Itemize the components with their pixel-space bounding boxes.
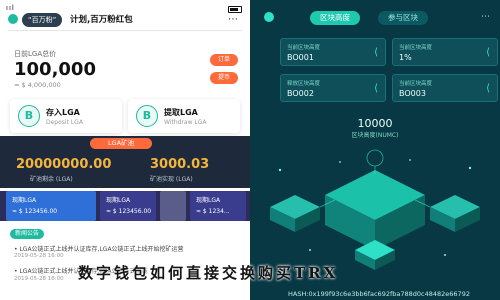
block-card-key: 释放区块高度 — [287, 81, 321, 87]
asset-strip: 现期LGA ≈ $ 123456.00 现期LGA ≈ $ 123456.00 … — [0, 191, 250, 221]
block-card-value: BO003 — [399, 89, 426, 98]
block-height-value: 10000 — [357, 117, 393, 130]
news-tag[interactable]: 新闻公告 — [10, 229, 45, 239]
block-card[interactable]: 当前区块高度 BO001 ⟨ — [280, 38, 386, 66]
right-phone-screen: 区块高度 参与区块 ⋯ 当前区块高度 BO001 ⟨ 当前区块高度 1% ⟨ 释… — [250, 0, 500, 300]
usd-equivalent: ≈ $ 4,000,000 — [14, 81, 61, 89]
central-block — [325, 170, 425, 250]
news-date: 2019-05-28 16:00 — [14, 253, 64, 259]
card-title: 提取LGA — [164, 108, 198, 117]
asset-tile[interactable]: 现期LGA ≈ $ 123456.00 — [100, 191, 156, 221]
isometric-blockchain-illustration — [270, 149, 480, 270]
block-card-value: 1% — [399, 53, 412, 62]
card-title: 存入LGA — [46, 108, 80, 117]
left-phone-screen: ııl “百万粉” 计划,百万粉红包 ⋯ 日前LGA总价 100,000 ≈ $… — [0, 0, 250, 300]
share-icon[interactable]: ⟨ — [374, 83, 378, 94]
signal-icon: ııl — [6, 4, 15, 12]
deposit-lga-card[interactable]: B 存入LGA Deposit LGA — [10, 99, 122, 133]
orders-button[interactable]: 订单 — [209, 54, 238, 66]
balance-label: 日前LGA总价 — [14, 50, 57, 58]
asset-tile[interactable]: 现期LGA ≈ $ 1234... — [190, 191, 246, 221]
pool-realized-value: 3000.03 — [150, 157, 210, 172]
news-date: 2019-05-28 16:00 — [14, 276, 64, 282]
block-card[interactable]: 当前区块高度 1% ⟨ — [392, 38, 498, 66]
tab-join-block[interactable]: 参与区块 — [378, 11, 428, 25]
more-menu-icon[interactable]: ⋯ — [481, 12, 490, 22]
side-block-left — [270, 195, 320, 232]
withdraw-lga-card[interactable]: B 提取LGA Withdraw LGA — [128, 99, 240, 133]
block-card-key: 当前区块高度 — [287, 45, 321, 51]
asset-tile-amount: ≈ $ 123456.00 — [106, 208, 152, 215]
asset-tile-thumb[interactable] — [160, 191, 186, 221]
card-subtitle: Deposit LGA — [46, 119, 83, 126]
share-icon[interactable]: ⟨ — [486, 47, 490, 58]
back-icon[interactable] — [8, 14, 18, 24]
mining-pool-panel: LGA矿池 20000000.00 矿池剩余 (LGA) 3000.03 矿池实… — [0, 136, 250, 188]
card-subtitle: Withdraw LGA — [164, 119, 207, 126]
more-menu-icon[interactable]: ⋯ — [228, 14, 238, 25]
share-icon[interactable]: ⟨ — [374, 47, 378, 58]
asset-tile-label: 现期LGA — [12, 197, 37, 204]
bitcoin-icon: B — [136, 105, 158, 127]
app-logo-icon — [264, 12, 274, 22]
block-card[interactable]: 当前区块高度 BO003 ⟨ — [392, 74, 498, 102]
campaign-pill[interactable]: “百万粉” — [22, 13, 63, 27]
block-card-value: BO002 — [287, 89, 314, 98]
top-nav: “百万粉” 计划,百万粉红包 ⋯ — [8, 12, 244, 28]
page-title: 计划,百万粉红包 — [70, 15, 133, 25]
block-card-value: BO001 — [287, 53, 314, 62]
share-icon[interactable]: ⟨ — [486, 83, 490, 94]
balance-value: 100,000 — [14, 59, 96, 80]
overlay-title: 数字钱包如何直接交换购买TRX — [78, 264, 339, 282]
side-block-right — [430, 195, 480, 232]
pool-remaining-label: 矿池剩余 (LGA) — [30, 176, 73, 183]
bitcoin-icon: B — [18, 105, 40, 127]
block-card-key: 当前区块高度 — [399, 81, 433, 87]
asset-tile-amount: ≈ $ 123456.00 — [12, 208, 58, 215]
news-item[interactable]: • LGA公链正式上线并认证库存,LGA公链正式上线开始挖矿运营 — [14, 244, 244, 253]
asset-tile-label: 现期LGA — [196, 197, 221, 204]
pool-remaining-value: 20000000.00 — [16, 157, 112, 172]
block-height-label: 区块高度(NUMC) — [351, 132, 399, 139]
tab-block-height[interactable]: 区块高度 — [310, 11, 360, 25]
divider — [8, 30, 242, 31]
tx-hash[interactable]: HASH:0x199f93c6e3bb6fac692fba788d0c48482… — [288, 290, 470, 298]
mining-pool-pill[interactable]: LGA矿池 — [90, 138, 152, 149]
pool-realized-label: 矿池实现 (LGA) — [150, 176, 193, 183]
block-card[interactable]: 释放区块高度 BO002 ⟨ — [280, 74, 386, 102]
asset-tile-label: 现期LGA — [106, 197, 131, 204]
asset-tile[interactable]: 现期LGA ≈ $ 123456.00 — [6, 191, 96, 221]
block-card-key: 当前区块高度 — [399, 45, 433, 51]
withdraw-coin-button[interactable]: 提币 — [209, 72, 238, 84]
asset-tile-amount: ≈ $ 1234... — [196, 208, 230, 215]
